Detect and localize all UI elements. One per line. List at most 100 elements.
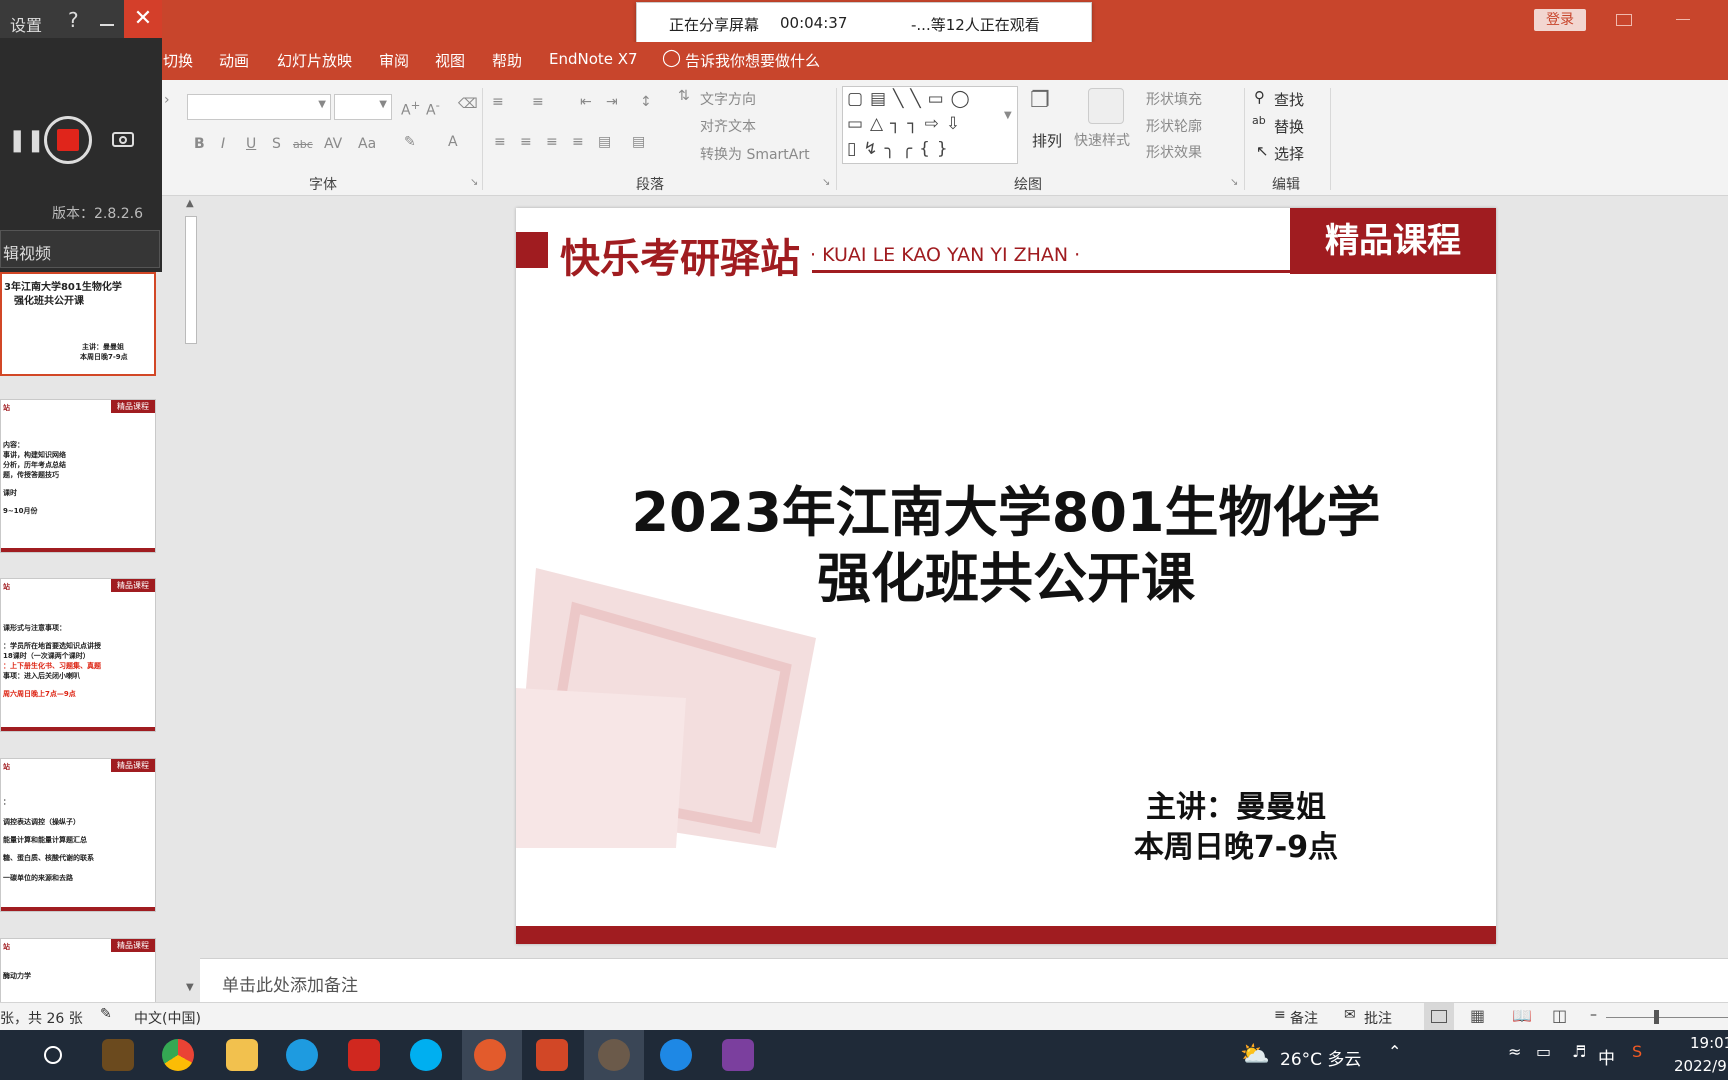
quick-styles-icon[interactable] xyxy=(1088,88,1124,124)
slide-thumbnail[interactable]: 精品课程 站 ： 调控表达调控（操纵子） 能量计算和能量计算题汇总 糖、蛋白质、… xyxy=(0,758,156,912)
scroll-up-icon[interactable]: ▲ xyxy=(186,198,194,209)
notes-pane[interactable]: 单击此处添加备注 xyxy=(200,958,1728,1002)
presenter-block[interactable]: 主讲：曼曼姐 本周日晚7-9点 xyxy=(1116,788,1356,868)
powerpoint-icon[interactable] xyxy=(536,1039,568,1071)
sogou-icon[interactable]: S xyxy=(1632,1042,1642,1061)
meeting-app-icon[interactable] xyxy=(598,1039,630,1071)
slideshow-view-icon[interactable]: ◫ xyxy=(1552,1006,1567,1025)
edit-video-button[interactable]: 辑视频 xyxy=(0,230,160,268)
minimize-icon[interactable] xyxy=(1676,19,1690,20)
tab-animations[interactable]: 动画 xyxy=(219,50,249,71)
font-color-button[interactable]: A xyxy=(448,134,458,150)
zoom-slider-thumb[interactable] xyxy=(1654,1010,1659,1024)
weather-text[interactable]: 26°C 多云 xyxy=(1280,1045,1361,1070)
slide-sorter-icon[interactable]: ▦ xyxy=(1470,1006,1485,1025)
slide-title[interactable]: 2023年江南大学801生物化学 强化班共公开课 xyxy=(516,480,1496,612)
notes-toggle-button[interactable]: 备注 xyxy=(1290,1008,1318,1028)
align-text-button[interactable]: 对齐文本 xyxy=(700,116,756,136)
font-name-combo[interactable]: ▼ xyxy=(187,94,331,120)
wifi-icon[interactable]: ≈ xyxy=(1508,1042,1521,1061)
shrink-font-icon[interactable]: A- xyxy=(426,98,440,119)
find-button[interactable]: 查找 xyxy=(1274,89,1304,110)
recorder-settings-button[interactable]: 设置 xyxy=(10,12,42,36)
login-button[interactable]: 登录 xyxy=(1534,9,1586,31)
search-circle-icon[interactable] xyxy=(44,1046,62,1064)
collapse-chevron-icon[interactable]: › xyxy=(164,92,170,108)
numbering-icon[interactable]: ≡ xyxy=(532,94,544,110)
shape-fill-button[interactable]: 形状填充 xyxy=(1146,89,1202,109)
strikethrough-button[interactable]: abc xyxy=(293,138,313,151)
current-slide[interactable]: 快乐考研驿站 · KUAI LE KAO YAN YI ZHAN · 精品课程 … xyxy=(516,208,1496,944)
recorder-minimize-icon[interactable] xyxy=(100,24,114,26)
scroll-down-icon[interactable]: ▼ xyxy=(186,982,194,993)
quick-styles-button[interactable]: 快速样式 xyxy=(1074,130,1130,150)
ribbon-display-icon[interactable] xyxy=(1616,14,1632,26)
clock-date[interactable]: 2022/9 xyxy=(1674,1057,1727,1075)
change-case-button[interactable]: Aa xyxy=(358,136,376,152)
zoom-out-icon[interactable]: – xyxy=(1590,1007,1597,1023)
smartart-button[interactable]: 转换为 SmartArt xyxy=(700,144,810,164)
gallery-more-icon[interactable]: ▼ xyxy=(1004,110,1012,121)
tab-endnote[interactable]: EndNote X7 xyxy=(549,50,638,68)
zoom-slider[interactable] xyxy=(1606,1010,1728,1024)
stop-record-button[interactable] xyxy=(44,116,92,164)
slide-thumbnail[interactable]: 3年江南大学801生物化学 强化班共公开课 主讲：曼曼姐 本周日晚7-9点 xyxy=(0,272,156,376)
comments-button[interactable]: 批注 xyxy=(1364,1008,1392,1028)
reading-view-icon[interactable]: 📖 xyxy=(1512,1006,1532,1025)
edge-icon[interactable] xyxy=(286,1039,318,1071)
tab-help[interactable]: 帮助 xyxy=(492,50,522,71)
share-viewers[interactable]: -...等12人正在观看 xyxy=(911,14,1040,35)
paragraph-dialog-icon[interactable]: ↘ xyxy=(822,177,830,188)
font-dialog-icon[interactable]: ↘ xyxy=(470,177,478,188)
text-direction-icon[interactable]: ⇅ xyxy=(678,88,690,104)
slide-thumbnail[interactable]: 精品课程 站 酶动力学 xyxy=(0,938,156,1008)
recorder-help-button[interactable]: ? xyxy=(68,8,79,32)
scroll-thumb[interactable] xyxy=(185,216,197,344)
text-direction-button[interactable]: 文字方向 xyxy=(700,89,756,109)
chrome-icon[interactable] xyxy=(162,1039,194,1071)
tab-transitions[interactable]: 切换 xyxy=(163,50,193,71)
replace-button[interactable]: 替换 xyxy=(1274,116,1304,137)
grow-font-icon[interactable]: A+ xyxy=(401,98,420,119)
pdf-icon[interactable] xyxy=(348,1039,380,1071)
decrease-indent-icon[interactable]: ⇤ xyxy=(580,94,592,110)
tab-slideshow[interactable]: 幻灯片放映 xyxy=(277,50,352,71)
increase-indent-icon[interactable]: ⇥ xyxy=(606,94,618,110)
camera-icon[interactable] xyxy=(112,132,134,147)
slide-thumbnail[interactable]: 精品课程 站 课形式与注意事项： ：学员所在地首要选知识点讲授 18课时（一次课… xyxy=(0,578,156,732)
spellcheck-icon[interactable]: ✎ xyxy=(100,1006,112,1022)
winrar-icon[interactable] xyxy=(722,1039,754,1071)
highlight-icon[interactable]: ✎ xyxy=(404,134,416,150)
clear-format-icon[interactable]: ⌫ xyxy=(458,96,478,112)
tab-view[interactable]: 视图 xyxy=(435,50,465,71)
italic-button[interactable]: I xyxy=(221,136,225,152)
select-button[interactable]: 选择 xyxy=(1274,143,1304,164)
skype-icon[interactable] xyxy=(410,1039,442,1071)
line-spacing-icon[interactable]: ↕ xyxy=(640,94,652,110)
recorder-app-icon[interactable] xyxy=(474,1039,506,1071)
slide-thumbnail[interactable]: 精品课程 站 内容： 事讲，构建知识网络 分析，历年考点总结 题，传授答题技巧 … xyxy=(0,399,156,553)
clock-time[interactable]: 19:01 xyxy=(1690,1034,1728,1052)
shape-outline-button[interactable]: 形状轮廓 xyxy=(1146,116,1202,136)
columns-icon[interactable]: ▤ xyxy=(632,134,645,150)
normal-view-icon[interactable] xyxy=(1424,1003,1454,1031)
char-spacing-button[interactable]: AV xyxy=(324,136,342,152)
pause-icon[interactable]: ❚❚ xyxy=(8,128,45,153)
arrange-icon[interactable]: ❐ xyxy=(1030,88,1064,122)
volume-icon[interactable]: ♬ xyxy=(1572,1042,1586,1061)
align-left-icon[interactable]: ≡ xyxy=(494,134,506,150)
shapes-gallery[interactable]: ▢▤╲╲▭◯ ▭△┐┐⇨⇩ ▯↯╮╭{} xyxy=(842,86,1018,164)
bold-button[interactable]: B xyxy=(194,136,205,152)
align-center-icon[interactable]: ≡ xyxy=(520,134,532,150)
recorder-close-icon[interactable]: ✕ xyxy=(124,0,162,38)
k-app-icon[interactable] xyxy=(660,1039,692,1071)
arrange-button[interactable]: 排列 xyxy=(1032,130,1062,151)
drawing-dialog-icon[interactable]: ↘ xyxy=(1230,177,1238,188)
thumbnail-scrollbar[interactable]: ▲ ▼ xyxy=(182,196,200,1000)
language-indicator[interactable]: 中文(中国) xyxy=(134,1008,201,1028)
file-explorer-icon[interactable] xyxy=(226,1039,258,1071)
app-icon-tool[interactable] xyxy=(102,1039,134,1071)
align-right-icon[interactable]: ≡ xyxy=(546,134,558,150)
tray-chevron-icon[interactable]: ⌃ xyxy=(1388,1042,1401,1061)
font-size-combo[interactable]: ▼ xyxy=(334,94,392,120)
